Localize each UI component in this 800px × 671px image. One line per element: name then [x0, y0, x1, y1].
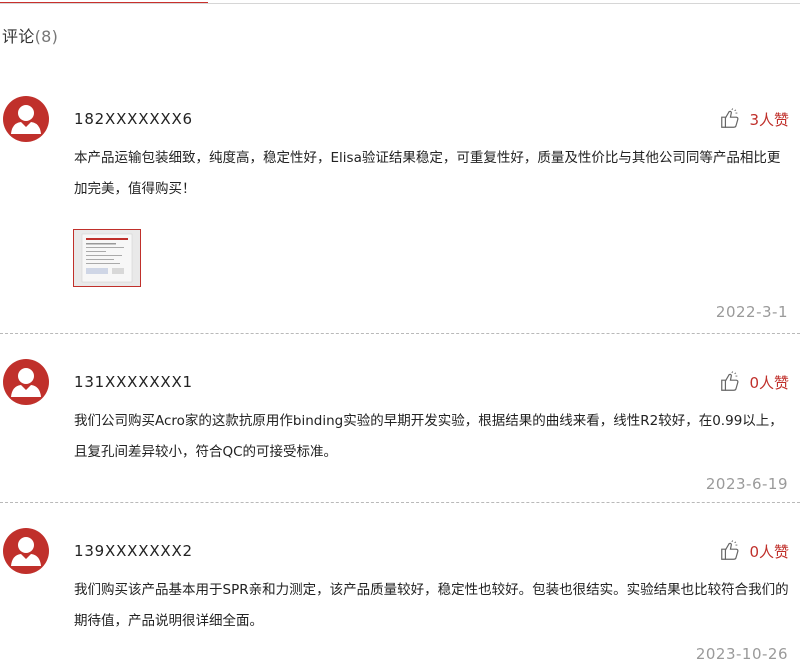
like-count: 0人赞 [749, 542, 789, 561]
thumbs-up-icon [721, 371, 739, 391]
user-avatar-icon [3, 528, 49, 574]
like-count: 3人赞 [749, 110, 789, 129]
comment-attachment-image[interactable] [73, 229, 141, 287]
comments-header: 评论(8) [2, 23, 58, 47]
like-button[interactable]: 0人赞 [719, 371, 789, 393]
comment-username: 131XXXXXXX1 [74, 373, 193, 391]
comment-divider [0, 502, 800, 503]
like-button[interactable]: 0人赞 [719, 540, 789, 562]
comment-date: 2023-10-26 [695, 645, 788, 663]
thumbs-up-icon [721, 108, 739, 128]
comment-username: 139XXXXXXX2 [74, 542, 193, 560]
comments-title: 评论 [2, 27, 35, 46]
tab-underline [0, 3, 800, 4]
user-avatar-icon [3, 96, 49, 142]
comment-username: 182XXXXXXX6 [74, 110, 193, 128]
comments-count: (8) [34, 27, 59, 46]
comment-text: 本产品运输包装细致，纯度高，稳定性好，Elisa验证结果稳定，可重复性好，质量及… [74, 150, 781, 197]
comment-divider [0, 333, 800, 334]
thumbs-up-icon [721, 540, 739, 560]
like-button[interactable]: 3人赞 [719, 108, 789, 130]
comment-date: 2022-3-1 [715, 303, 788, 321]
user-avatar-icon [3, 359, 49, 405]
like-count: 0人赞 [749, 373, 789, 392]
comment-date: 2023-6-19 [705, 475, 788, 493]
comment-text: 我们公司购买Acro家的这款抗原用作binding实验的早期开发实验，根据结果的… [74, 413, 783, 460]
comment-text: 我们购买该产品基本用于SPR亲和力测定，该产品质量较好，稳定性也较好。包装也很结… [74, 582, 789, 629]
